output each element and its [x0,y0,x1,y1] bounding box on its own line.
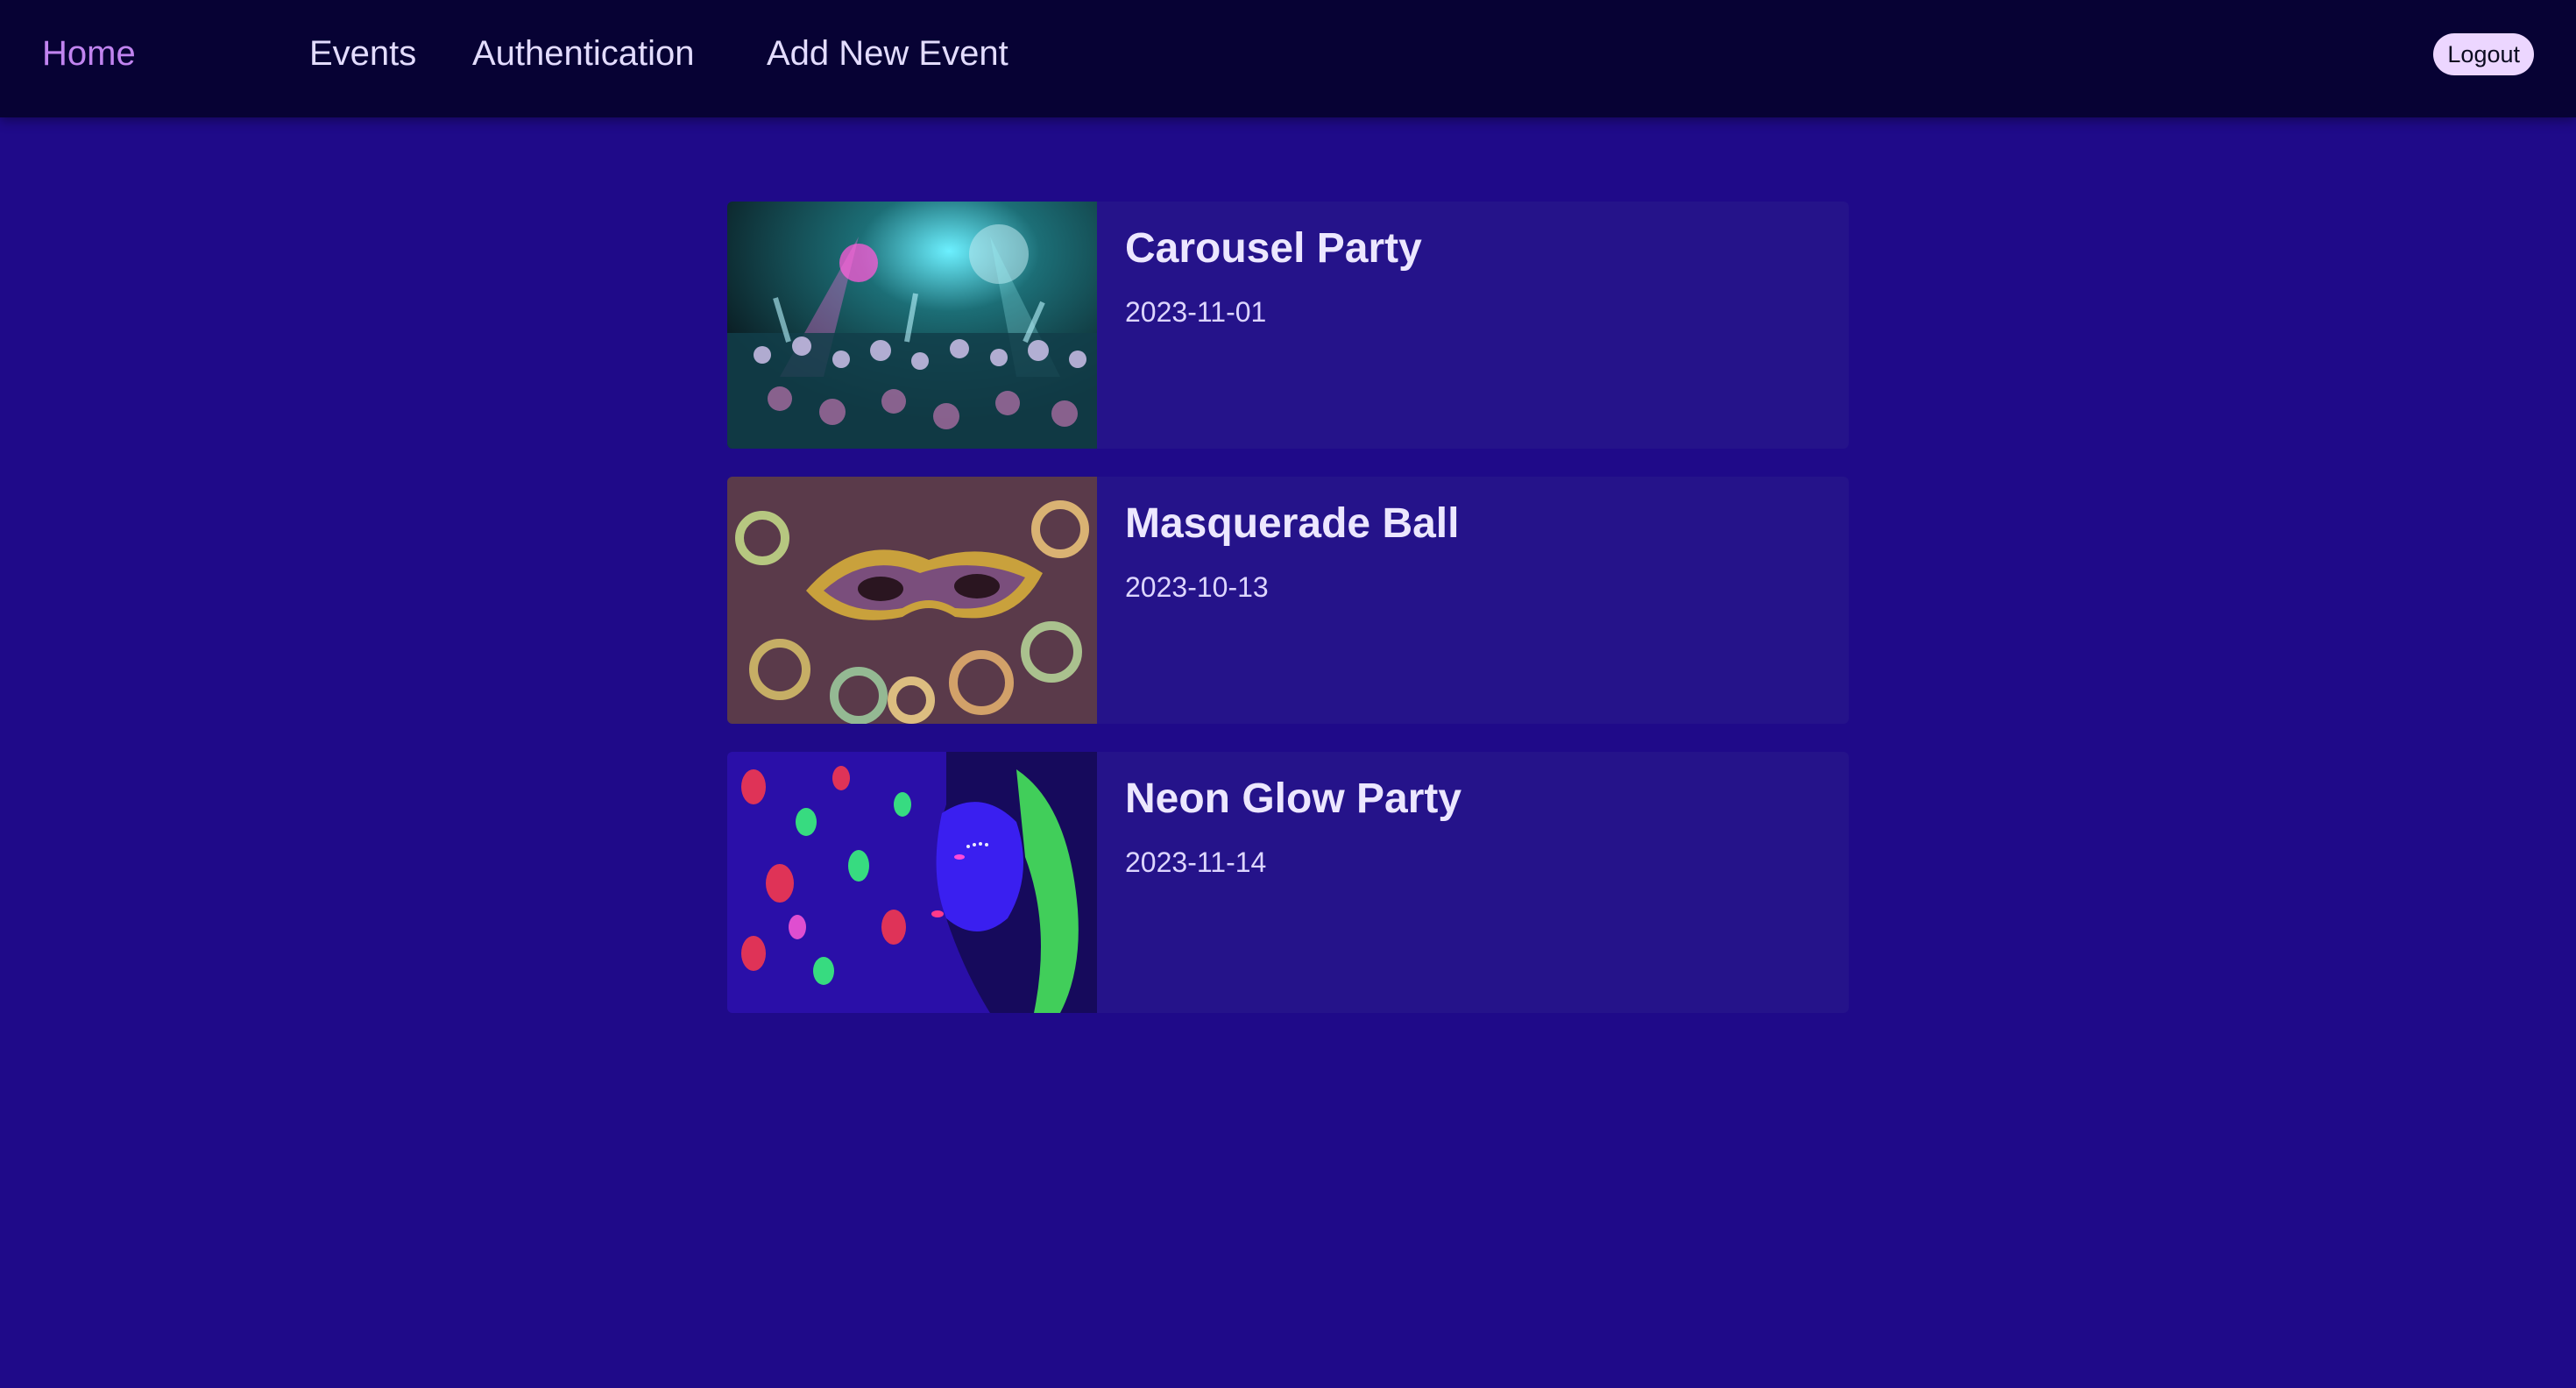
top-navigation-bar: Home Events Authentication Add New Event… [0,0,2576,117]
event-date: 2023-11-14 [1125,846,1267,878]
event-image-masquerade-mask [727,477,1097,724]
party-crowd-photo-icon [727,202,1097,449]
event-card-masquerade-ball[interactable]: Masquerade Ball 2023-10-13 [727,477,1849,724]
event-date: 2023-10-13 [1125,571,1269,603]
event-title: Neon Glow Party [1125,775,1462,822]
event-info: Carousel Party 2023-11-01 [1097,202,1450,449]
nav-add-new-event-link[interactable]: Add New Event [767,32,1008,75]
event-card-neon-glow-party[interactable]: Neon Glow Party 2023-11-14 [727,752,1849,1013]
event-image-neon-portrait [727,752,1097,1013]
masquerade-mask-photo-icon [727,477,1097,724]
event-date: 2023-11-01 [1125,296,1267,328]
nav-home-link[interactable]: Home [42,32,136,75]
logout-button[interactable]: Logout [2433,33,2534,75]
event-card-carousel-party[interactable]: Carousel Party 2023-11-01 [727,202,1849,449]
event-image-party-crowd [727,202,1097,449]
event-title: Carousel Party [1125,225,1422,272]
event-title: Masquerade Ball [1125,500,1460,547]
event-list: Carousel Party 2023-11-01 Masquerade Bal… [727,202,1849,1041]
event-info: Masquerade Ball 2023-10-13 [1097,477,1487,724]
neon-portrait-photo-icon [727,752,1097,1013]
nav-events-link[interactable]: Events [309,32,416,75]
event-info: Neon Glow Party 2023-11-14 [1097,752,1490,1013]
nav-authentication-link[interactable]: Authentication [472,32,695,75]
